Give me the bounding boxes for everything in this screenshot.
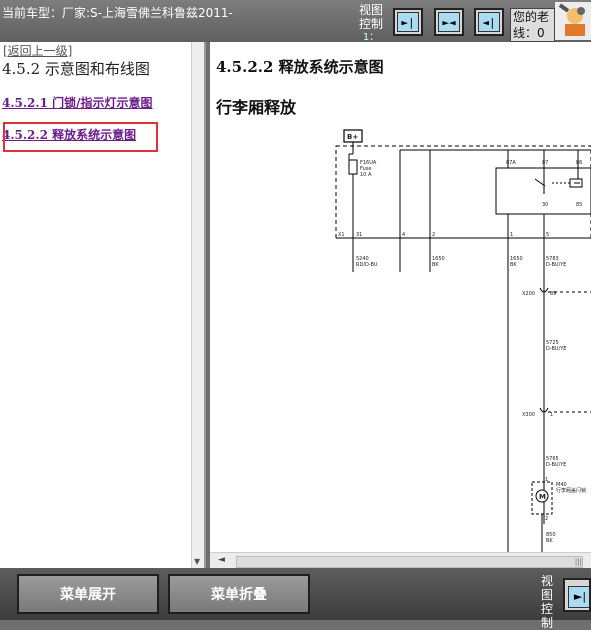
fit-view-icon: ►◄ (438, 12, 460, 32)
fuse-rating: 10 A (360, 172, 372, 178)
scroll-down-icon[interactable]: ▼ (194, 557, 200, 566)
relay-pin-85: 85 (576, 202, 582, 208)
splice-x200: X200 (522, 291, 535, 297)
menu-collapse-button[interactable]: 菜单折叠 (168, 574, 310, 614)
skip-start-icon: ◄| (478, 12, 500, 32)
wire4-color: BK (546, 538, 553, 544)
connector-pin-2: 2 (432, 232, 435, 238)
connector-x1: X1 (338, 232, 345, 238)
view-control-label: 视图 控制 1： (356, 3, 386, 45)
connector-pin-31: 31 (356, 232, 362, 238)
motor-pin-1: 1 (545, 477, 548, 483)
section-title: 4.5.2 示意图和布线图 (2, 60, 150, 78)
selection-highlight (3, 122, 158, 152)
menu-link-door-lock[interactable]: 4.5.2.1 门锁/指示灯示意图 (2, 94, 153, 111)
svg-text:M: M (539, 493, 546, 501)
current-car-model: 当前车型：厂家:S-上海雪佛兰科鲁兹2011- (2, 6, 233, 20)
page-title: 4.5.2.2 释放系统示意图 (216, 58, 384, 76)
view-control-line2: 控制 (358, 17, 383, 31)
connector-pin-4: 4 (402, 232, 405, 238)
nav-fit-button[interactable]: ►◄ (434, 8, 464, 36)
back-link[interactable]: [返回上一级] (3, 42, 72, 59)
diagram-subtitle: 行李厢释放 (216, 98, 297, 117)
bottom-view-control-label: 视 图 控 制 (536, 574, 558, 630)
motor-name: 行李厢盖闩锁 (556, 487, 586, 494)
wire-color-1: RD/D-BU (356, 262, 378, 268)
power-label: B+ (347, 133, 358, 141)
skip-end-icon: ►| (397, 12, 419, 32)
user-greeting: 您的老 线：0 (510, 8, 555, 42)
splice-x300: X300 (522, 412, 535, 418)
scroll-thumb[interactable]: ||| (236, 556, 583, 568)
wire-color-2: BK (432, 262, 439, 268)
nav-first-button[interactable]: ◄| (474, 8, 504, 36)
bottom-view-char1: 视 (540, 574, 553, 588)
fuse-symbol (348, 159, 358, 175)
relay-pin-87: 87 (542, 160, 548, 166)
view-control-line1: 视图 (358, 3, 383, 17)
mechanic-logo-icon (555, 2, 591, 40)
bottom-view-char2: 图 (540, 588, 553, 602)
greeting-line1: 您的老 (513, 10, 550, 24)
wire2-color: D-BU/YE (546, 346, 566, 352)
bottom-toolbar: 菜单展开 菜单折叠 视 图 控 制 ►| (0, 568, 591, 630)
menu-expand-button[interactable]: 菜单展开 (17, 574, 159, 614)
connector-pin-5: 5 (546, 232, 549, 238)
wiring-diagram: B+ F16UA Fuse 10 A 87A 87 86 30 85 X1 31… (335, 129, 591, 556)
wire-color-3: BK (510, 262, 517, 268)
motor-pin-2: 2 (545, 516, 548, 522)
splice-x300-pin: 1 (550, 412, 553, 418)
bottom-view-char4: 制 (540, 616, 553, 630)
skip-end-icon: ►| (568, 586, 589, 608)
nav-last-button[interactable]: ►| (393, 8, 423, 36)
content-horizontal-scrollbar[interactable]: ◄ ||| (210, 552, 591, 569)
relay-pin-86: 86 (576, 160, 582, 166)
greeting-line2: 线：0 (513, 26, 545, 40)
top-toolbar: 当前车型：厂家:S-上海雪佛兰科鲁兹2011- 视图 控制 1： ►| ►◄ ◄… (0, 0, 591, 45)
bottom-view-char3: 控 (540, 602, 553, 616)
bottom-nav-button[interactable]: ►| (563, 578, 591, 612)
menu-panel: [返回上一级] 4.5.2 示意图和布线图 4.5.2.1 门锁/指示灯示意图 … (0, 42, 206, 568)
wire-color-4: D-BU/YE (546, 262, 566, 268)
relay-pin-30: 30 (542, 202, 548, 208)
left-vertical-scrollbar[interactable]: ▼ (191, 42, 204, 568)
wire3-color: D-BU/YE (546, 462, 566, 468)
connector-pin-1: 1 (510, 232, 513, 238)
scroll-left-icon[interactable]: ◄ (218, 555, 225, 565)
content-panel: 4.5.2.2 释放系统示意图 行李厢释放 B+ F16UA Fuse 10 A… (210, 42, 591, 568)
